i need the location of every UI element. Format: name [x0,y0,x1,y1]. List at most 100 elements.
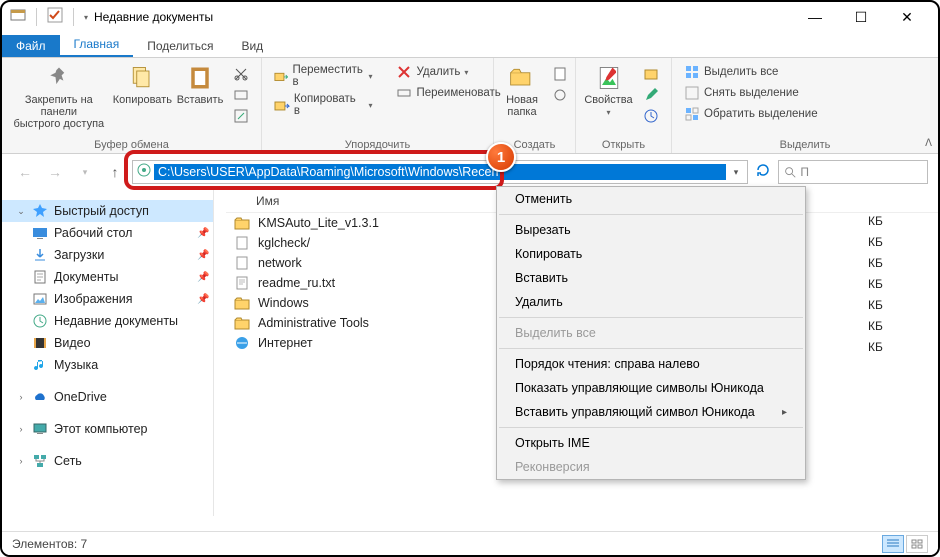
forward-button[interactable]: → [42,159,68,185]
moveto-icon [274,68,288,84]
desktop-icon [32,225,48,241]
sidebar-onedrive[interactable]: ›OneDrive [2,386,213,408]
folder-icon [234,215,250,231]
search-icon [783,165,797,179]
size-cell: КБ [868,256,908,270]
selectnone-icon [684,85,700,101]
selectall-button[interactable]: Выделить все [680,62,822,82]
sidebar-item-recent[interactable]: Недавние документы [2,310,213,332]
cm-reconv: Реконверсия [497,455,805,479]
cm-selectall: Выделить все [497,321,805,345]
copypath-small-button[interactable] [229,85,253,105]
cm-rtl[interactable]: Порядок чтения: справа налево [497,352,805,376]
cm-showuni[interactable]: Показать управляющие символы Юникода [497,376,805,400]
context-menu: Отменить Вырезать Копировать Вставить Уд… [496,186,806,480]
copyto-icon [274,97,290,113]
cm-copy[interactable]: Копировать [497,242,805,266]
network-icon [32,453,48,469]
size-cell: КБ [868,214,908,228]
cm-insertuni[interactable]: Вставить управляющий символ Юникода▸ [497,400,805,424]
sidebar-item-documents[interactable]: Документы📌 [2,266,213,288]
recent-dropdown[interactable]: ▾ [72,159,98,185]
open-button[interactable] [639,64,663,84]
copy-icon [128,64,156,92]
details-view-button[interactable] [882,535,904,553]
ribbon-tabs: Файл Главная Поделиться Вид [2,32,938,58]
close-button[interactable]: ✕ [884,2,930,32]
group-open-label: Открыть [584,139,663,153]
sidebar-quickaccess[interactable]: ⌄Быстрый доступ [2,200,213,222]
selectall-icon [684,64,700,80]
pin-quickaccess-button[interactable]: Закрепить на панели быстрого доступа [10,62,108,132]
annotation-box-1 [124,150,504,190]
group-select-label: Выделить [680,139,930,153]
downloads-icon [32,247,48,263]
titlebar: ▾ Недавние документы — ☐ ✕ [2,2,938,32]
search-box[interactable]: П [778,160,928,184]
copyto-button[interactable]: Копировать в▾ [270,91,376,119]
search-placeholder: П [800,165,809,179]
statusbar: Элементов: 7 [2,531,938,555]
size-cell: КБ [868,277,908,291]
ribbon: Закрепить на панели быстрого доступа Коп… [2,58,938,154]
sidebar-item-music[interactable]: Музыка [2,354,213,376]
cm-ime[interactable]: Открыть IME [497,431,805,455]
tab-share[interactable]: Поделиться [133,35,227,57]
scissors-icon [233,66,249,82]
address-dropdown[interactable]: ▾ [728,167,744,178]
qat-dropdown[interactable]: ▾ [84,13,88,22]
annotation-badge-1: 1 [486,142,516,172]
size-cell: КБ [868,340,908,354]
cm-cut[interactable]: Вырезать [497,218,805,242]
properties-button[interactable]: Свойства▾ [584,62,633,119]
invertselect-button[interactable]: Обратить выделение [680,104,822,124]
back-button[interactable]: ← [12,159,38,185]
newfolder-icon [508,64,536,92]
recent-icon [32,313,48,329]
sidebar-thispc[interactable]: ›Этот компьютер [2,418,213,440]
rename-icon [396,85,412,101]
shortcut-icon [233,108,249,124]
collapse-ribbon-button[interactable]: ᐱ [925,138,932,149]
easyaccess-button[interactable] [548,85,572,105]
star-icon [32,203,48,219]
maximize-button[interactable]: ☐ [838,2,884,32]
size-cell: КБ [868,298,908,312]
pc-icon [32,421,48,437]
selectnone-button[interactable]: Снять выделение [680,83,822,103]
sidebar-item-desktop[interactable]: Рабочий стол📌 [2,222,213,244]
cut-small-button[interactable] [229,64,253,84]
paste-button[interactable]: Вставить [177,62,223,108]
edit-button[interactable] [639,85,663,105]
rename-button[interactable]: Переименовать [392,83,504,103]
sidebar-item-downloads[interactable]: Загрузки📌 [2,244,213,266]
tab-file[interactable]: Файл [2,35,60,57]
qat-checkbox-icon[interactable] [47,7,63,28]
cm-undo[interactable]: Отменить [497,187,805,211]
moveto-button[interactable]: Переместить в▾ [270,62,376,90]
history-button[interactable] [639,106,663,126]
sidebar-item-videos[interactable]: Видео [2,332,213,354]
sidebar-network[interactable]: ›Сеть [2,450,213,472]
sidebar-item-pictures[interactable]: Изображения📌 [2,288,213,310]
file-icon [234,235,250,251]
navigation-pane: ⌄Быстрый доступ Рабочий стол📌 Загрузки📌 … [2,190,214,516]
cm-delete[interactable]: Удалить [497,290,805,314]
minimize-button[interactable]: — [792,2,838,32]
delete-button[interactable]: Удалить▾ [392,62,504,82]
pasteshortcut-small-button[interactable] [229,106,253,126]
refresh-button[interactable] [752,162,774,183]
newitem-button[interactable] [548,64,572,84]
ie-icon [234,335,250,351]
pin-icon [45,64,73,92]
icons-view-button[interactable] [906,535,928,553]
copy-button[interactable]: Копировать [114,62,171,108]
size-cell: КБ [868,235,908,249]
newfolder-button[interactable]: Новая папка [502,62,542,120]
properties-icon [595,64,623,92]
delete-icon [396,64,412,80]
tab-view[interactable]: Вид [227,35,277,57]
onedrive-icon [32,389,48,405]
cm-paste[interactable]: Вставить [497,266,805,290]
tab-home[interactable]: Главная [60,33,134,57]
